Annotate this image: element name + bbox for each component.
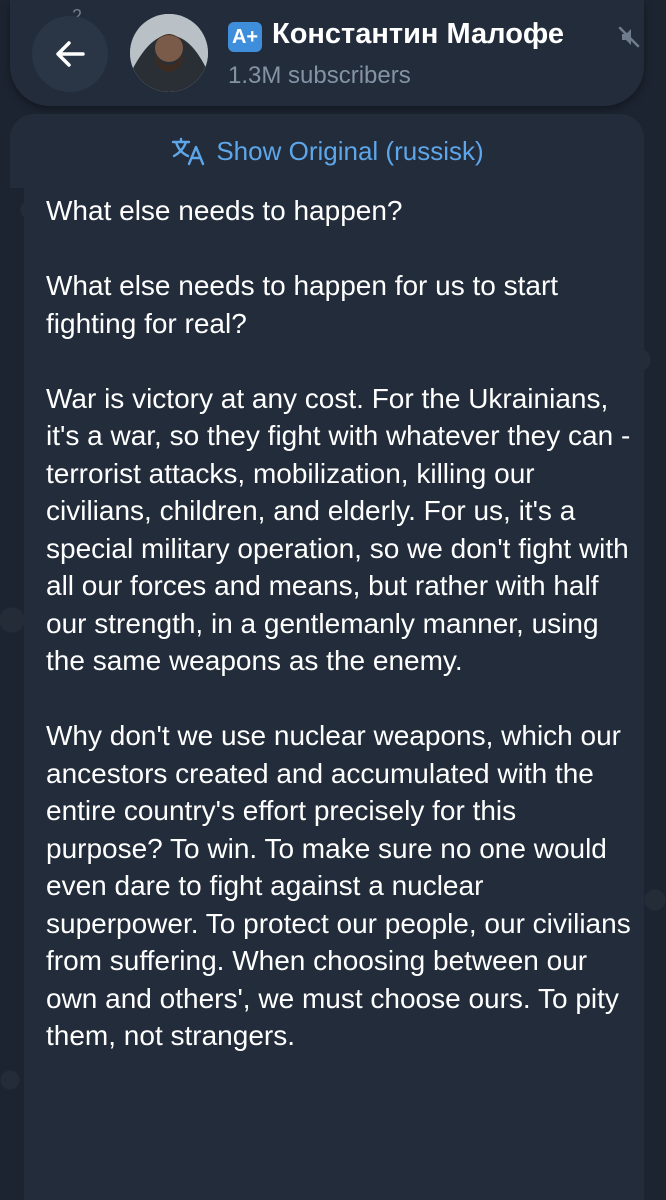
message-text: What else needs to happen? What else nee… xyxy=(46,192,636,1092)
message-paragraph: Why don't we use nuclear weapons, which … xyxy=(46,720,631,1051)
message-paragraph: What else needs to happen for us to star… xyxy=(46,270,559,339)
message-paragraph: War is victory at any cost. For the Ukra… xyxy=(46,382,631,677)
channel-avatar[interactable] xyxy=(130,14,208,92)
show-original-label: Show Original (russisk) xyxy=(216,135,484,166)
show-original-button[interactable]: Show Original (russisk) xyxy=(10,114,644,188)
channel-name[interactable]: Константин Малофе xyxy=(272,18,612,51)
mute-icon xyxy=(618,26,640,48)
subscriber-count: 1.3M subscribers xyxy=(228,62,411,89)
channel-badge: A+ xyxy=(228,22,262,52)
chat-header: 2 A+ Константин Малофе 1.3M subscribers xyxy=(10,0,644,106)
message-paragraph: What else needs to happen? xyxy=(46,195,403,226)
translate-icon xyxy=(172,137,205,166)
arrow-left-icon xyxy=(56,41,85,67)
back-button[interactable] xyxy=(32,16,108,92)
